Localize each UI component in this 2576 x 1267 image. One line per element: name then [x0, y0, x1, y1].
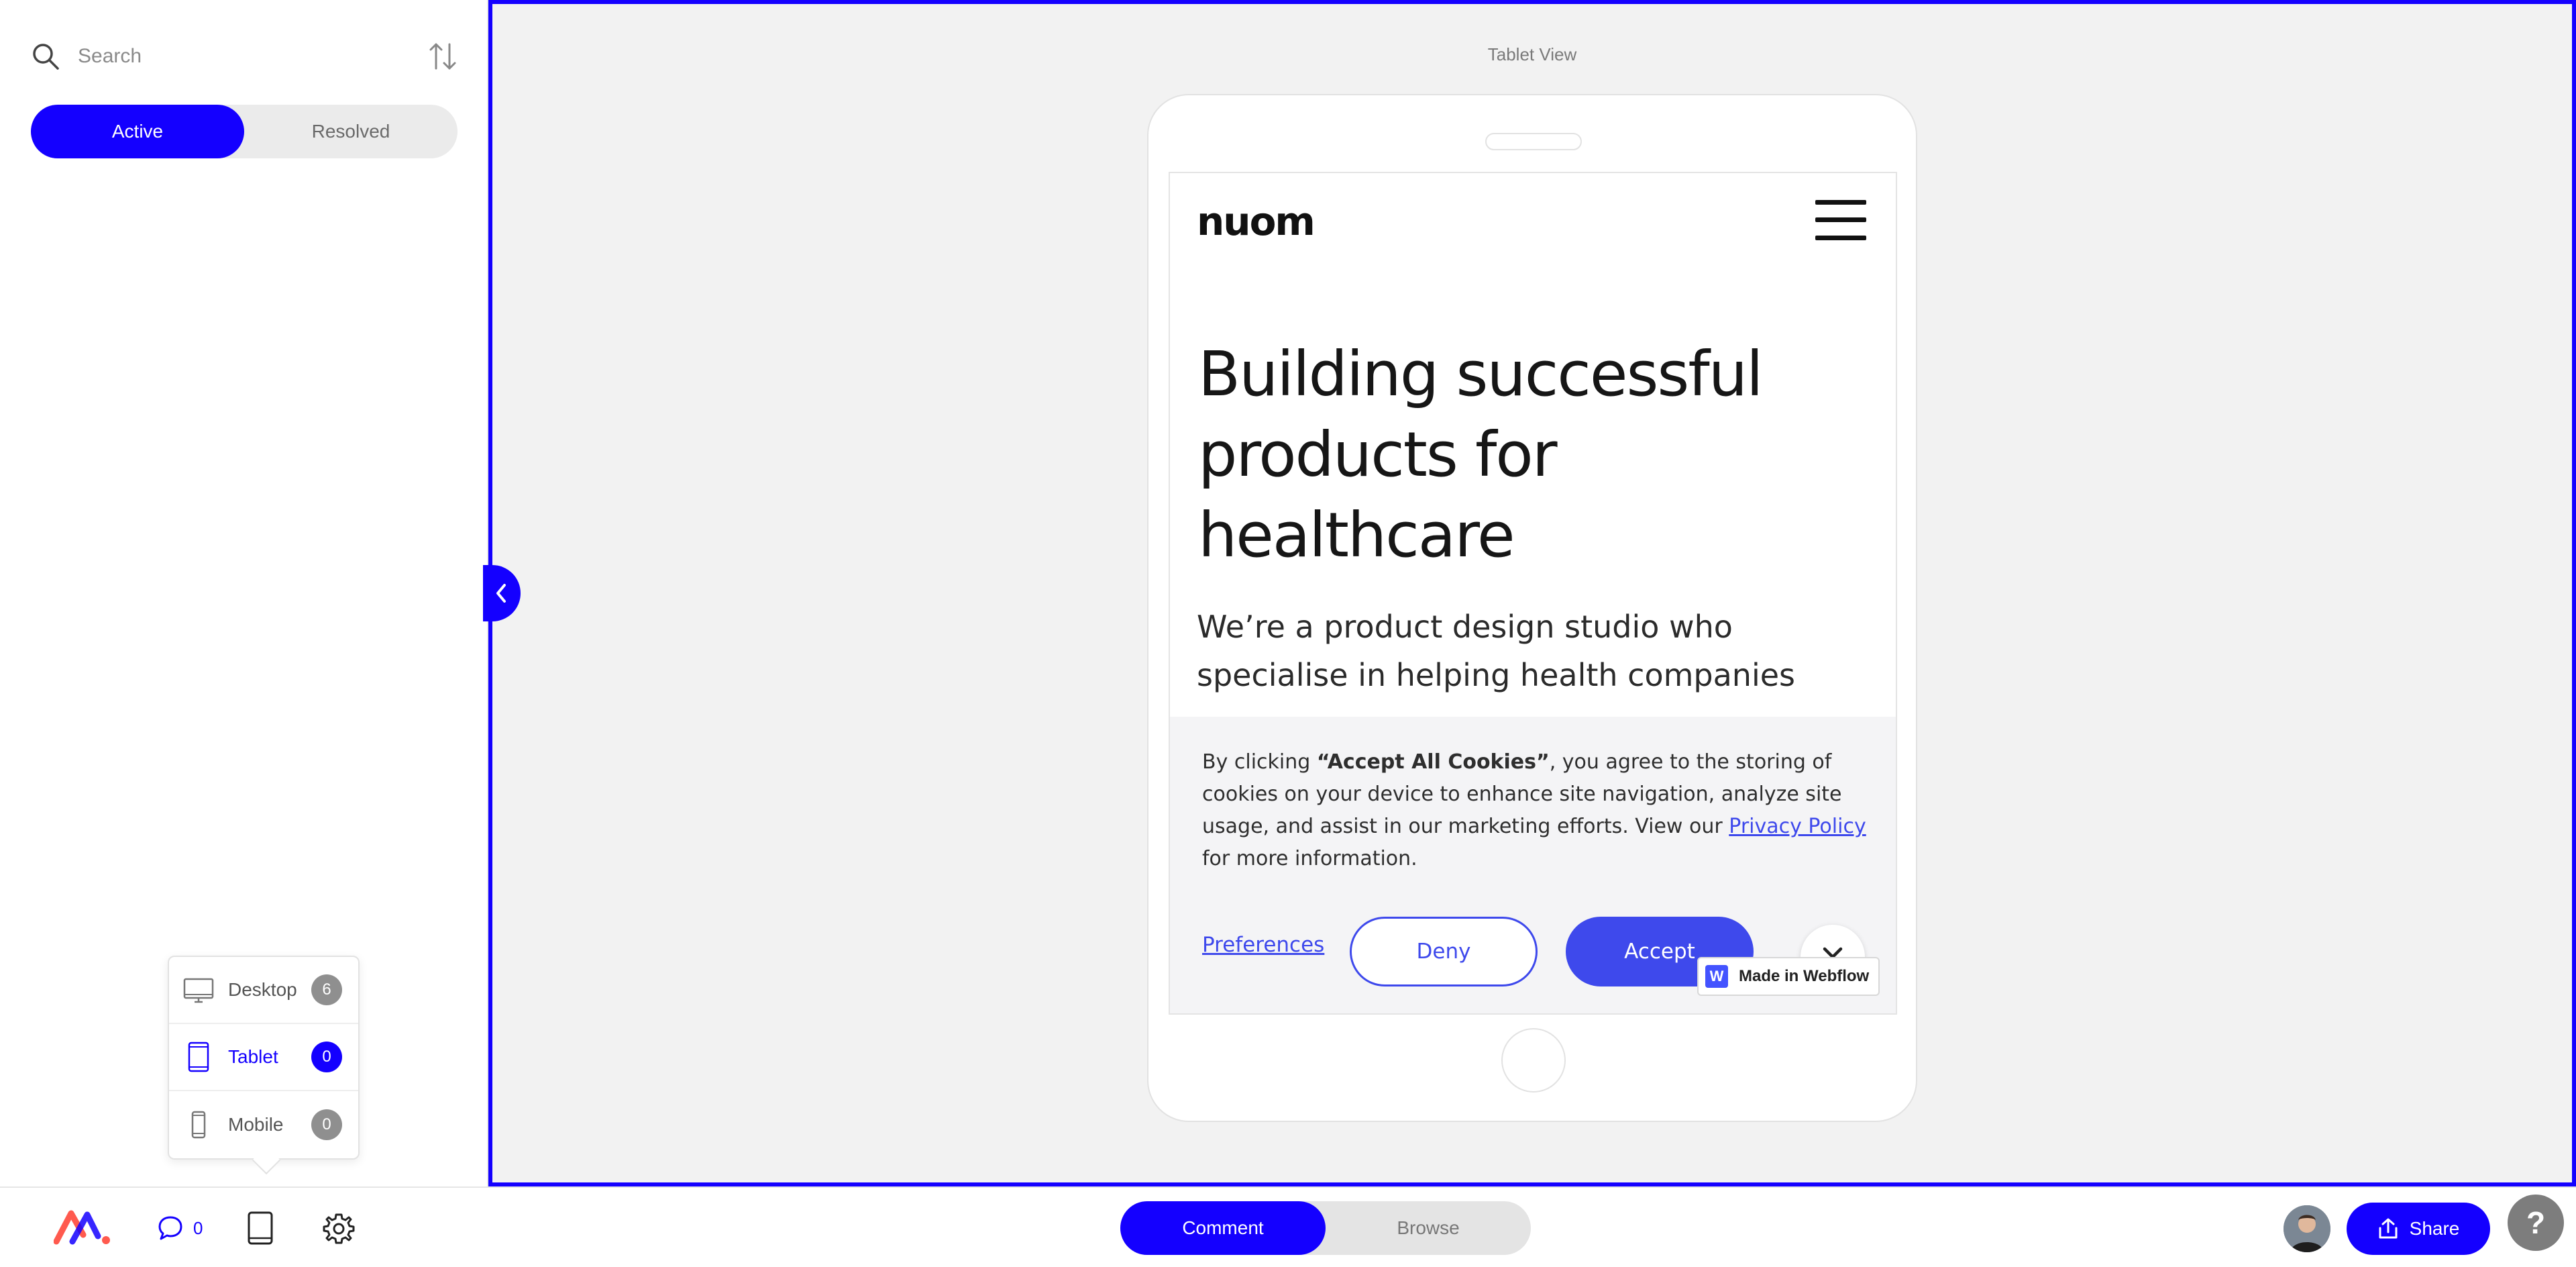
device-label: Tablet	[228, 1046, 278, 1067]
device-comment-count: 0	[311, 1042, 342, 1072]
tablet-speaker	[1485, 133, 1582, 150]
status-filter-toggle: Active Resolved	[31, 105, 458, 158]
device-label: Mobile	[228, 1114, 284, 1135]
hero-subtitle: We’re a product design studio who specia…	[1197, 609, 1795, 693]
help-button[interactable]: ?	[2508, 1195, 2564, 1251]
device-selector-popover: Desktop 6 Tablet 0 Mobile 0	[168, 956, 360, 1160]
app-logo-icon[interactable]	[54, 1208, 111, 1246]
user-avatar[interactable]	[2284, 1205, 2330, 1252]
comments-sidebar: Active Resolved Desktop 6 Tablet 0	[0, 0, 488, 1186]
sort-icon[interactable]	[427, 39, 459, 74]
mode-toggle: Comment Browse	[1120, 1201, 1531, 1255]
device-option-tablet[interactable]: Tablet 0	[169, 1024, 358, 1091]
avatar-image	[2284, 1205, 2330, 1252]
search-icon	[33, 44, 59, 70]
menu-icon[interactable]	[1815, 200, 1866, 240]
share-label: Share	[2409, 1218, 2460, 1239]
comment-count-value: 0	[193, 1217, 203, 1238]
webflow-badge[interactable]: W Made in Webflow	[1697, 957, 1880, 996]
mobile-icon	[191, 1111, 206, 1139]
share-icon	[2379, 1218, 2398, 1239]
site-preview[interactable]: nuom Building successful products for he…	[1169, 172, 1897, 1015]
view-mode-label: Tablet View	[1487, 44, 1577, 64]
tab-active[interactable]: Active	[31, 105, 244, 158]
device-label: Desktop	[228, 979, 297, 1000]
gear-icon[interactable]	[322, 1212, 356, 1246]
browse-mode-button[interactable]: Browse	[1326, 1201, 1531, 1255]
comment-mode-button[interactable]: Comment	[1120, 1201, 1326, 1255]
comment-icon	[158, 1216, 182, 1240]
chevron-left-icon	[496, 584, 506, 603]
site-logo[interactable]: nuom	[1197, 199, 1316, 244]
preferences-link[interactable]: Preferences	[1202, 933, 1324, 957]
webflow-badge-label: Made in Webflow	[1739, 967, 1870, 985]
tablet-home-button	[1501, 1028, 1566, 1093]
webflow-logo-icon: W	[1705, 965, 1728, 988]
tablet-icon[interactable]	[246, 1211, 275, 1246]
bottom-toolbar: 0 Comment Browse Share	[0, 1186, 2576, 1267]
search-input[interactable]	[78, 42, 400, 71]
tab-resolved[interactable]: Resolved	[244, 105, 458, 158]
cookie-message: By clicking “Accept All Cookies”, you ag…	[1202, 750, 1866, 870]
device-comment-count: 6	[311, 974, 342, 1005]
search-bar	[30, 38, 459, 75]
desktop-icon	[183, 978, 214, 1003]
device-option-mobile[interactable]: Mobile 0	[169, 1091, 358, 1158]
device-comment-count: 0	[311, 1109, 342, 1140]
deny-button[interactable]: Deny	[1350, 917, 1538, 986]
device-option-desktop[interactable]: Desktop 6	[169, 957, 358, 1024]
comments-button[interactable]: 0	[157, 1215, 203, 1241]
tablet-icon	[188, 1042, 209, 1072]
share-button[interactable]: Share	[2347, 1203, 2490, 1255]
privacy-policy-link[interactable]: Privacy Policy	[1729, 815, 1866, 838]
hero-title: Building successful products for healthc…	[1198, 338, 1764, 571]
